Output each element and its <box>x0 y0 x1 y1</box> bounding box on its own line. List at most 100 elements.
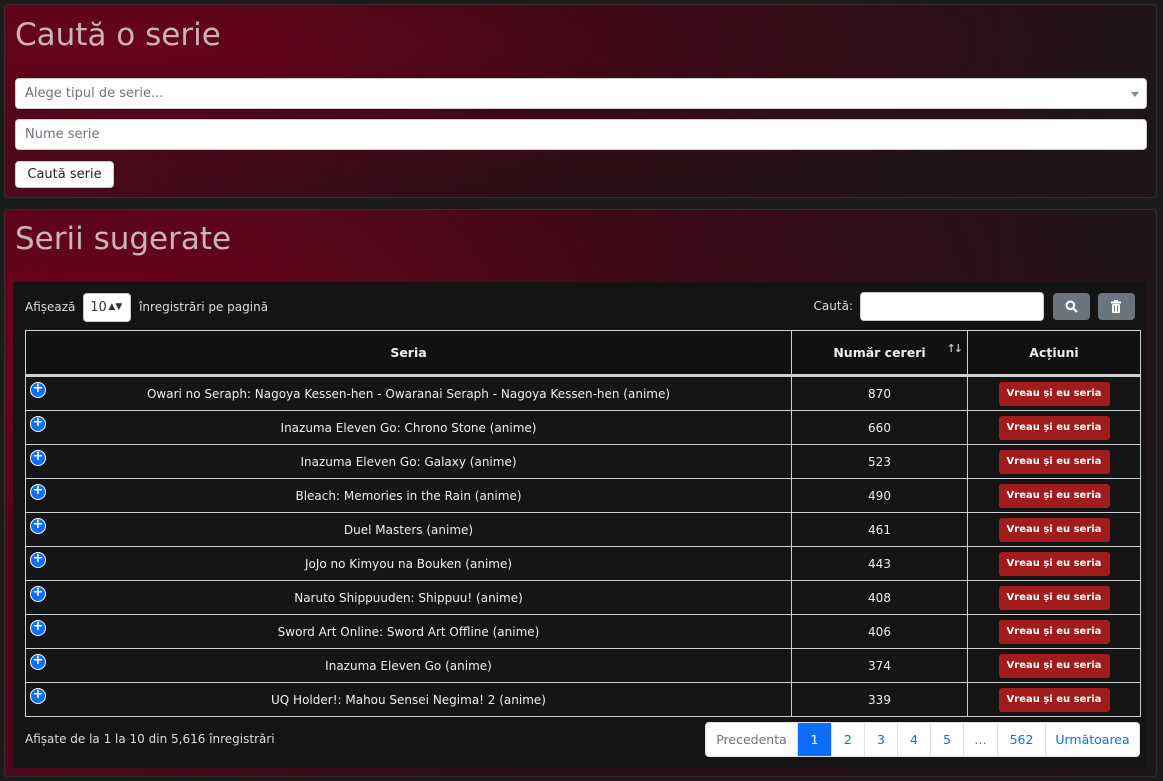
pagination-page[interactable]: 4 <box>897 723 930 756</box>
page-length-control: Afișează 10 ▲▼ înregistrări pe pagină <box>25 292 268 323</box>
series-name[interactable]: Naruto Shippuuden: Shippuu! (anime) <box>294 591 523 605</box>
actions-cell: Vreau și eu seria <box>967 648 1141 683</box>
column-header-count-label: Număr cereri <box>833 345 926 360</box>
actions-cell: Vreau și eu seria <box>967 444 1141 479</box>
request-series-button[interactable]: Vreau și eu seria <box>998 449 1110 474</box>
actions-cell: Vreau și eu seria <box>967 580 1141 615</box>
sort-arrows-icon: ▲▼ <box>108 302 123 312</box>
request-count: 461 <box>791 512 968 547</box>
expand-row-icon[interactable]: + <box>30 688 46 704</box>
request-series-button[interactable]: Vreau și eu seria <box>998 585 1110 610</box>
series-cell[interactable]: + Sword Art Online: Sword Art Offline (an… <box>25 614 792 649</box>
series-name[interactable]: Inazuma Eleven Go: Galaxy (anime) <box>300 455 516 469</box>
series-cell[interactable]: + UQ Holder!: Mahou Sensei Negima! 2 (ani… <box>25 682 792 717</box>
series-type-placeholder: Alege tipul de serie... <box>25 86 164 101</box>
table-row: + Sword Art Online: Sword Art Offline (an… <box>25 614 1141 649</box>
search-series-button[interactable]: Caută serie <box>15 161 114 188</box>
expand-row-icon[interactable]: + <box>30 620 46 636</box>
series-name[interactable]: JoJo no Kimyou na Bouken (anime) <box>305 557 512 571</box>
request-series-button[interactable]: Vreau și eu seria <box>998 517 1110 542</box>
column-header-actions: Acțiuni <box>967 330 1141 377</box>
table-row: + Duel Masters (anime) 461 Vreau și eu seri… <box>25 512 1141 547</box>
pagination-page[interactable]: 3 <box>864 723 897 756</box>
request-series-button[interactable]: Vreau și eu seria <box>998 687 1110 712</box>
request-count: 408 <box>791 580 968 615</box>
request-series-button[interactable]: Vreau și eu seria <box>998 551 1110 576</box>
expand-row-icon[interactable]: + <box>30 586 46 602</box>
series-cell[interactable]: + Naruto Shippuuden: Shippuu! (anime) <box>25 580 792 615</box>
series-name[interactable]: Inazuma Eleven Go (anime) <box>325 659 492 673</box>
expand-row-icon[interactable]: + <box>30 450 46 466</box>
search-series-card: Caută o serie Alege tipul de serie... Ca… <box>4 4 1157 198</box>
pagination-last-page[interactable]: 562 <box>997 723 1045 756</box>
pagination-page[interactable]: 2 <box>831 723 864 756</box>
table-search-label: Caută: <box>813 299 853 313</box>
series-cell[interactable]: + Owari no Seraph: Nagoya Kessen-hen - Ow… <box>25 375 792 411</box>
request-series-button[interactable]: Vreau și eu seria <box>998 415 1110 440</box>
series-cell[interactable]: + Inazuma Eleven Go: Galaxy (anime) <box>25 444 792 479</box>
pagination-ellipsis: … <box>963 723 997 756</box>
expand-row-icon[interactable]: + <box>30 654 46 670</box>
table-row: + Bleach: Memories in the Rain (anime) 490… <box>25 478 1141 513</box>
series-name[interactable]: Sword Art Online: Sword Art Offline (ani… <box>278 625 540 639</box>
expand-row-icon[interactable]: + <box>30 552 46 568</box>
expand-row-icon[interactable]: + <box>30 382 46 398</box>
pagination-page[interactable]: 1 <box>797 723 831 756</box>
request-series-button[interactable]: Vreau și eu seria <box>998 619 1110 644</box>
series-name[interactable]: UQ Holder!: Mahou Sensei Negima! 2 (anim… <box>271 693 546 707</box>
chevron-down-icon <box>1131 92 1139 97</box>
request-series-button[interactable]: Vreau și eu seria <box>998 381 1110 406</box>
page-length-suffix: înregistrări pe pagină <box>139 300 269 314</box>
table-row: + JoJo no Kimyou na Bouken (anime) 443 Vrea… <box>25 546 1141 581</box>
page-length-select[interactable]: 10 ▲▼ <box>83 293 132 322</box>
table-header-row: Seria Număr cereri ↑↓ Acțiuni <box>25 330 1141 377</box>
table-row: + Inazuma Eleven Go: Chrono Stone (anime)… <box>25 410 1141 445</box>
page-length-prefix: Afișează <box>25 300 76 314</box>
suggested-series-table: Seria Număr cereri ↑↓ Acțiuni + Owari no … <box>25 330 1141 717</box>
table-info: Afișate de la 1 la 10 din 5,616 înregist… <box>25 732 275 746</box>
request-count: 870 <box>791 375 968 411</box>
table-search-button[interactable] <box>1053 293 1090 320</box>
series-type-select[interactable]: Alege tipul de serie... <box>15 78 1147 109</box>
expand-row-icon[interactable]: + <box>30 484 46 500</box>
request-count: 660 <box>791 410 968 445</box>
series-cell[interactable]: + Inazuma Eleven Go: Chrono Stone (anime) <box>25 410 792 445</box>
series-name[interactable]: Owari no Seraph: Nagoya Kessen-hen - Owa… <box>147 387 670 401</box>
request-count: 490 <box>791 478 968 513</box>
actions-cell: Vreau și eu seria <box>967 546 1141 581</box>
series-cell[interactable]: + JoJo no Kimyou na Bouken (anime) <box>25 546 792 581</box>
page-length-value: 10 <box>90 300 107 315</box>
series-name[interactable]: Duel Masters (anime) <box>344 523 473 537</box>
series-cell[interactable]: + Bleach: Memories in the Rain (anime) <box>25 478 792 513</box>
request-series-button[interactable]: Vreau și eu seria <box>998 653 1110 678</box>
table-search-input[interactable] <box>860 292 1044 321</box>
sort-icon: ↑↓ <box>946 342 964 355</box>
series-name[interactable]: Bleach: Memories in the Rain (anime) <box>295 489 521 503</box>
actions-cell: Vreau și eu seria <box>967 375 1141 411</box>
clear-search-button[interactable] <box>1098 293 1135 320</box>
series-cell[interactable]: + Inazuma Eleven Go (anime) <box>25 648 792 683</box>
request-count: 443 <box>791 546 968 581</box>
table-row: + Inazuma Eleven Go: Galaxy (anime) 523 Vre… <box>25 444 1141 479</box>
actions-cell: Vreau și eu seria <box>967 512 1141 547</box>
series-name-input[interactable] <box>15 119 1147 150</box>
request-series-button[interactable]: Vreau și eu seria <box>998 483 1110 508</box>
column-header-count[interactable]: Număr cereri ↑↓ <box>791 330 968 377</box>
series-cell[interactable]: + Duel Masters (anime) <box>25 512 792 547</box>
request-count: 374 <box>791 648 968 683</box>
pagination-prev[interactable]: Precedenta <box>706 723 797 756</box>
expand-row-icon[interactable]: + <box>30 416 46 432</box>
pagination-next[interactable]: Următoarea <box>1045 723 1139 756</box>
pagination: Precedenta 1 2 3 4 5 … 562 Următoarea <box>705 722 1140 757</box>
suggested-table-wrapper: Afișează 10 ▲▼ înregistrări pe pagină Ca… <box>13 282 1147 768</box>
table-row: + UQ Holder!: Mahou Sensei Negima! 2 (ani… <box>25 682 1141 717</box>
suggested-series-card: Serii sugerate Afișează 10 ▲▼ înregistră… <box>4 209 1157 777</box>
search-card-title: Caută o serie <box>15 17 221 53</box>
actions-cell: Vreau și eu seria <box>967 410 1141 445</box>
pagination-page[interactable]: 5 <box>930 723 963 756</box>
column-header-series[interactable]: Seria <box>25 330 792 377</box>
request-count: 339 <box>791 682 968 717</box>
series-name[interactable]: Inazuma Eleven Go: Chrono Stone (anime) <box>281 421 537 435</box>
search-icon <box>1065 300 1078 313</box>
expand-row-icon[interactable]: + <box>30 518 46 534</box>
